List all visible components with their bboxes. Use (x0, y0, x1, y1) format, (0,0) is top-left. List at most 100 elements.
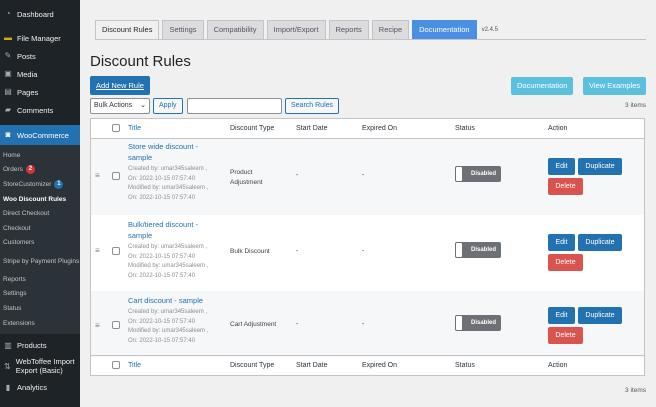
storecustomizer-count-badge: 1 (54, 179, 64, 189)
tab-documentation[interactable]: Documentation (412, 20, 477, 39)
apply-button[interactable]: Apply (153, 98, 183, 114)
edit-button[interactable]: Edit (548, 234, 575, 251)
sidebar-item-products[interactable]: ▥ Products (0, 337, 80, 355)
row-checkbox[interactable] (112, 172, 120, 180)
tab-reports[interactable]: Reports (328, 20, 369, 39)
products-icon: ▥ (4, 340, 12, 350)
discount-type: Bulk Discount (230, 248, 270, 255)
column-status: Status (455, 125, 475, 132)
column-title[interactable]: Title (128, 119, 141, 139)
status-toggle[interactable]: Disabled (455, 242, 501, 258)
submenu-item-status[interactable]: Status (0, 301, 80, 316)
tab-bar: Discount Rules Settings Compatibility Im… (95, 19, 498, 39)
delete-button[interactable]: Delete (548, 178, 583, 195)
submenu-item-home[interactable]: Home (0, 148, 80, 163)
orders-count-badge: 2 (25, 165, 35, 175)
woocommerce-icon: ◙ (5, 130, 11, 139)
bulk-actions-select[interactable]: Bulk Actions ⌄ (90, 98, 150, 114)
start-date: - (296, 321, 299, 328)
tab-settings[interactable]: Settings (162, 20, 204, 39)
status-toggle[interactable]: Disabled (455, 315, 501, 331)
tab-import-export[interactable]: Import/Export (266, 20, 326, 39)
select-all-checkbox[interactable] (112, 124, 120, 132)
drag-handle-icon[interactable]: ≡ (95, 172, 103, 180)
woocommerce-submenu: Home Orders 2 StoreCustomizer 1 Woo Discou… (0, 145, 80, 334)
edit-button[interactable]: Edit (548, 307, 575, 324)
sidebar-item-posts[interactable]: ✎ Posts (0, 47, 80, 65)
select-all-checkbox-footer[interactable] (112, 361, 120, 369)
submenu-item-customers[interactable]: Customers (0, 236, 80, 251)
search-input[interactable] (187, 98, 282, 114)
submenu-item-checkout[interactable]: Checkout (0, 221, 80, 236)
tabs-divider (95, 39, 646, 40)
analytics-icon: ▮ (5, 382, 11, 392)
rule-title-link[interactable]: Cart discount - sample (128, 295, 213, 306)
duplicate-button[interactable]: Duplicate (578, 234, 622, 251)
column-discount-type: Discount Type (230, 125, 275, 132)
view-examples-button[interactable]: View Examples (583, 77, 647, 95)
drag-handle-icon[interactable]: ≡ (95, 322, 103, 330)
rule-meta: Created by: umar345saleem , On: 2022-10-… (128, 166, 209, 201)
rule-meta: Created by: umar345saleem , On: 2022-10-… (128, 244, 209, 279)
sidebar-item-webtoffee[interactable]: ⇅ WebToffee Import Export (Basic) (0, 355, 80, 379)
rules-table: Title Discount Type Start Date Expired O… (90, 118, 645, 376)
duplicate-button[interactable]: Duplicate (578, 307, 622, 324)
delete-button[interactable]: Delete (548, 254, 583, 271)
start-date: - (296, 248, 299, 255)
rule-meta: Created by: umar345saleem , On: 2022-10-… (128, 309, 209, 344)
sidebar-item-pages[interactable]: ▤ Pages (0, 83, 80, 101)
duplicate-button[interactable]: Duplicate (578, 158, 622, 175)
table-row: ≡ Cart discount - sample Created by: uma… (91, 291, 644, 357)
submenu-item-extensions[interactable]: Extensions (0, 316, 80, 331)
folder-icon: ▬ (4, 33, 12, 42)
tab-discount-rules[interactable]: Discount Rules (95, 20, 160, 39)
toggle-knob (456, 167, 462, 181)
page-title: Discount Rules (90, 53, 191, 70)
submenu-item-stripe[interactable]: Stripe by Payment Plugins (0, 250, 80, 272)
search-rules-button[interactable]: Search Rules (285, 98, 340, 114)
status-toggle[interactable]: Disabled (455, 166, 501, 182)
row-checkbox[interactable] (112, 321, 120, 329)
column-start-date-footer: Start Date (296, 362, 328, 369)
edit-button[interactable]: Edit (548, 158, 575, 175)
import-export-icon: ⇅ (4, 361, 11, 371)
main-content: Discount Rules Settings Compatibility Im… (80, 0, 656, 407)
sidebar-item-analytics[interactable]: ▮ Analytics (0, 379, 80, 397)
items-count-bottom: 3 items (625, 387, 646, 394)
dashboard-icon: ◔ (5, 9, 11, 18)
chevron-down-icon: ⌄ (140, 102, 146, 109)
drag-handle-icon[interactable]: ≡ (95, 247, 103, 255)
toggle-knob (456, 243, 462, 257)
expired-on: - (362, 248, 365, 255)
discount-type: Cart Adjustment (230, 321, 277, 328)
table-row: ≡ Store wide discount - sample Created b… (91, 139, 644, 215)
documentation-button[interactable]: Documentation (511, 77, 574, 95)
items-count-top: 3 items (625, 102, 646, 109)
column-status-footer: Status (455, 362, 475, 369)
table-footer: Title Discount Type Start Date Expired O… (91, 355, 644, 375)
submenu-item-direct-checkout[interactable]: Direct Checkout (0, 206, 80, 221)
sidebar-item-dashboard[interactable]: ◔ Dashboard (0, 5, 80, 23)
column-expired-on-footer: Expired On (362, 362, 398, 369)
submenu-item-woo-discount-rules[interactable]: Woo Discount Rules (0, 192, 80, 207)
sidebar-item-file-manager[interactable]: ▬ File Manager (0, 29, 80, 47)
delete-button[interactable]: Delete (548, 327, 583, 344)
admin-sidebar: ◔ Dashboard ▬ File Manager ✎ Posts ▣ Media ▤… (0, 0, 80, 407)
submenu-item-settings[interactable]: Settings (0, 287, 80, 302)
pin-icon: ✎ (4, 51, 12, 60)
submenu-item-storecustomizer[interactable]: StoreCustomizer 1 (0, 177, 80, 192)
sidebar-item-media[interactable]: ▣ Media (0, 65, 80, 83)
submenu-item-reports[interactable]: Reports (0, 272, 80, 287)
column-title-footer[interactable]: Title (128, 356, 141, 376)
submenu-item-orders[interactable]: Orders 2 (0, 163, 80, 178)
row-checkbox[interactable] (112, 247, 120, 255)
column-action-footer: Action (548, 362, 568, 369)
tab-recipe[interactable]: Recipe (371, 20, 410, 39)
tab-compatibility[interactable]: Compatibility (206, 20, 264, 39)
table-row: ≡ Bulk/tiered discount - sample Created … (91, 215, 644, 291)
rule-title-link[interactable]: Store wide discount - sample (128, 141, 213, 163)
sidebar-item-woocommerce[interactable]: ◙ WooCommerce (0, 125, 80, 145)
rule-title-link[interactable]: Bulk/tiered discount - sample (128, 219, 213, 241)
add-new-rule-button[interactable]: Add New Rule (90, 76, 150, 95)
sidebar-item-comments[interactable]: ▰ Comments (0, 101, 80, 119)
